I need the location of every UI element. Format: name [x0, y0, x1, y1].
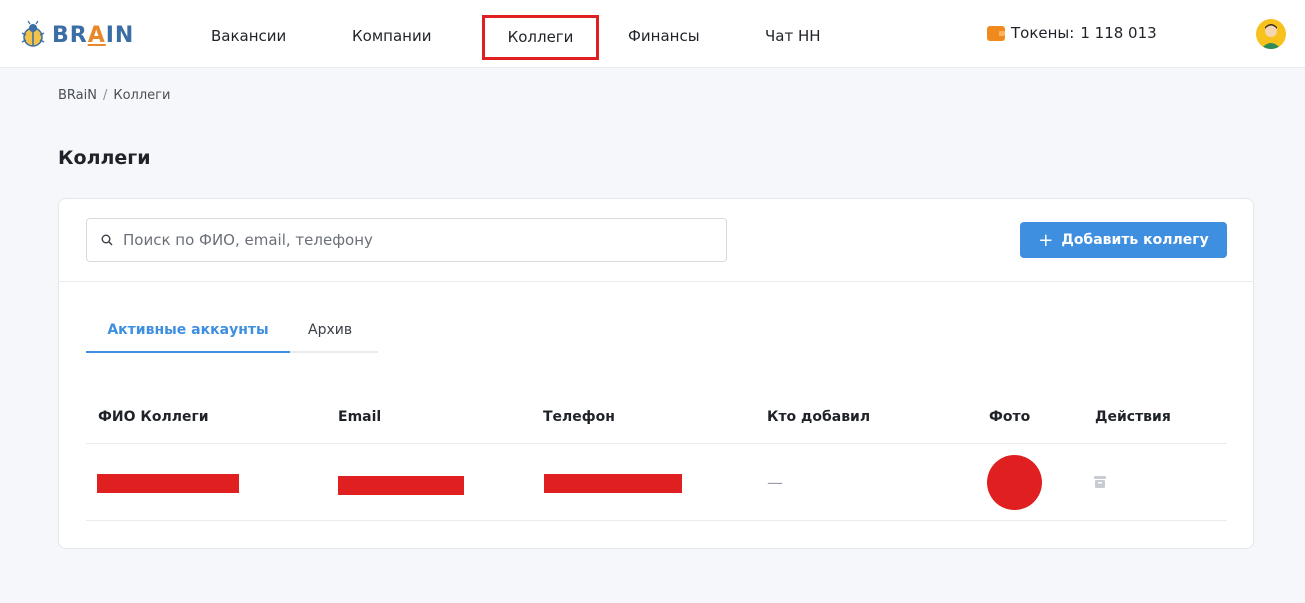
wallet-icon: [987, 25, 1005, 41]
tokens-value: 1 118 013: [1080, 24, 1157, 42]
brand-logo[interactable]: BRAIN: [18, 20, 134, 50]
redacted-phone: [544, 474, 682, 493]
tokens-label: Токены:: [1011, 24, 1075, 42]
bug-logo-icon: [21, 20, 45, 47]
add-colleague-label: Добавить коллегу: [1061, 232, 1209, 248]
nav-item-vacancies[interactable]: Вакансии: [211, 24, 286, 48]
redacted-name: [97, 474, 239, 493]
user-avatar[interactable]: [1256, 19, 1286, 49]
nav-item-colleagues[interactable]: Коллеги: [482, 15, 599, 60]
colleague-photo[interactable]: [987, 455, 1042, 510]
nav-item-finances[interactable]: Финансы: [628, 24, 700, 48]
add-colleague-button[interactable]: + Добавить коллегу: [1020, 222, 1227, 258]
column-header-name: ФИО Коллеги: [98, 409, 209, 425]
table-header-divider: [86, 443, 1227, 444]
account-tabs: Активные аккаунты Архив: [86, 319, 378, 353]
column-header-added-by: Кто добавил: [767, 409, 871, 425]
tokens-balance[interactable]: Токены: 1 118 013: [987, 24, 1157, 42]
breadcrumb-current: Коллеги: [113, 88, 171, 103]
column-header-email: Email: [338, 409, 382, 425]
search-input[interactable]: [123, 231, 713, 249]
user-avatar-icon: [1261, 24, 1281, 49]
nav-item-chat-hh[interactable]: Чат HH: [765, 24, 821, 48]
added-by-value: —: [767, 473, 783, 492]
breadcrumb-separator: /: [102, 88, 108, 103]
column-header-actions: Действия: [1095, 409, 1171, 425]
plus-icon: +: [1038, 229, 1054, 251]
nav-item-companies[interactable]: Компании: [352, 24, 431, 48]
brand-name: BRAIN: [52, 22, 135, 48]
top-navigation-bar: BRAIN Вакансии Компании Коллеги Финансы …: [0, 0, 1305, 68]
page-title: Коллеги: [58, 147, 151, 169]
breadcrumb-root[interactable]: BRaiN: [58, 88, 97, 103]
search-box[interactable]: [86, 218, 727, 262]
table-row-divider: [86, 520, 1227, 521]
archive-icon[interactable]: [1093, 475, 1107, 489]
column-header-photo: Фото: [989, 409, 1031, 425]
redacted-email: [338, 476, 464, 495]
breadcrumb: BRaiN / Коллеги: [58, 88, 170, 103]
search-icon: [101, 234, 113, 246]
colleagues-card: + Добавить коллегу Активные аккаунты Арх…: [58, 198, 1254, 549]
tab-active-accounts[interactable]: Активные аккаунты: [86, 319, 290, 353]
section-divider: [59, 281, 1253, 282]
tab-archive[interactable]: Архив: [308, 319, 352, 351]
column-header-phone: Телефон: [543, 409, 615, 425]
